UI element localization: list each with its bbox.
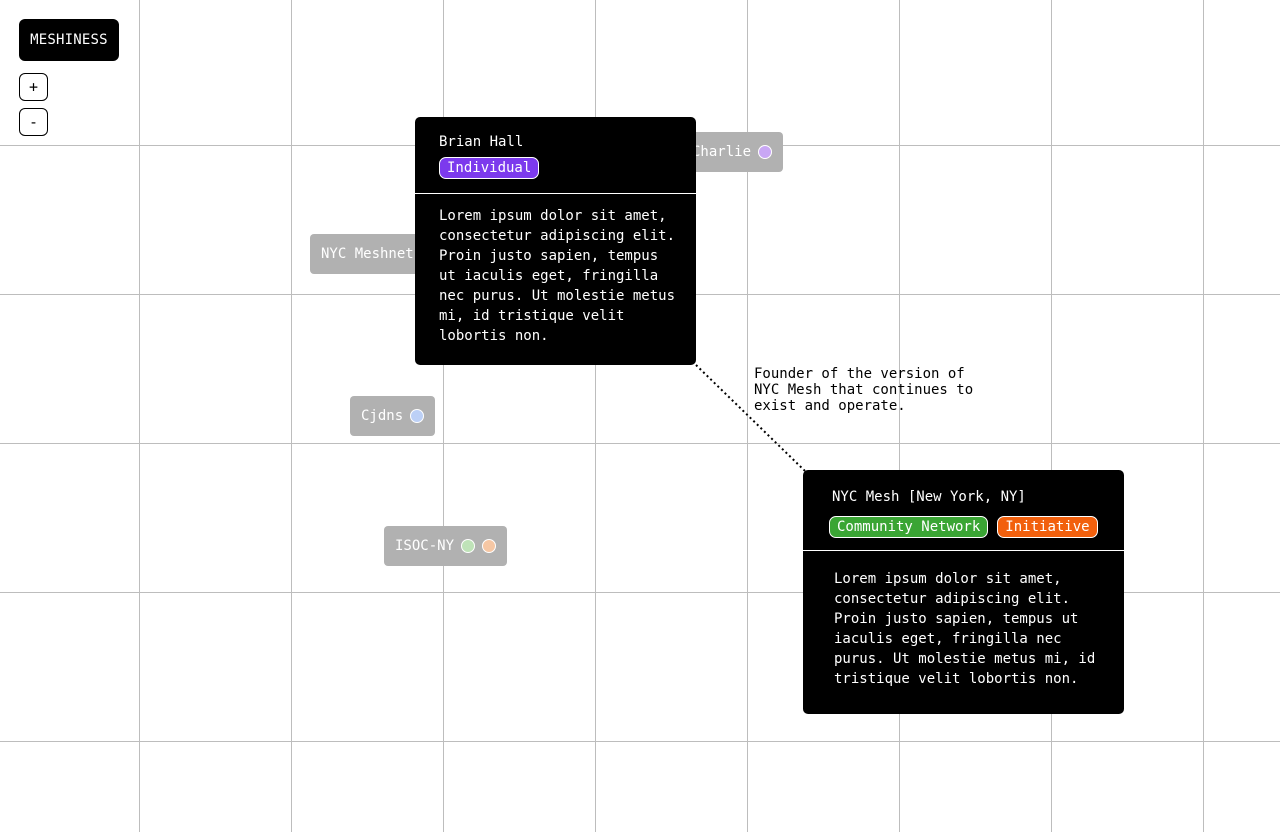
node-label: ISOC-NY	[395, 538, 455, 554]
zoom-out-button[interactable]: -	[19, 108, 48, 136]
app-logo[interactable]: MESHINESS	[19, 19, 119, 61]
node-label: Cjdns	[361, 408, 404, 424]
card-header: Brian Hall Individual	[415, 117, 696, 194]
organization-detail-card[interactable]: NYC Mesh [New York, NY] Community Networ…	[803, 470, 1124, 714]
tag-community-network[interactable]: Community Network	[829, 516, 989, 538]
category-dot-icon	[410, 409, 425, 423]
person-detail-card[interactable]: Brian Hall Individual Lorem ipsum dolor …	[415, 117, 696, 365]
card-header: NYC Mesh [New York, NY] Community Networ…	[803, 470, 1124, 551]
category-dot-icon	[758, 145, 773, 159]
category-dot-icon	[461, 539, 476, 553]
node-label: NYC Meshnet	[321, 246, 414, 262]
node-cjdns[interactable]: Cjdns	[350, 396, 436, 436]
category-dot-icon	[482, 539, 497, 553]
card-description: Lorem ipsum dolor sit amet, consectetur …	[834, 571, 1096, 687]
card-title: Brian Hall	[439, 134, 524, 150]
card-title: NYC Mesh [New York, NY]	[832, 489, 1026, 505]
card-description: Lorem ipsum dolor sit amet, consectetur …	[439, 208, 676, 344]
graph-canvas[interactable]: MESHINESS + - NYC Meshnet Charlie Cjdns …	[0, 0, 1280, 832]
zoom-in-button[interactable]: +	[19, 73, 48, 101]
relation-annotation: Founder of the version of NYC Mesh that …	[754, 366, 974, 414]
tag-initiative[interactable]: Initiative	[997, 516, 1098, 538]
tag-list: Individual	[439, 157, 672, 179]
node-nyc-meshnet[interactable]: NYC Meshnet	[310, 234, 425, 274]
node-label: Charlie	[692, 144, 752, 160]
tag-list: Community Network Initiative	[829, 516, 1100, 538]
node-isoc-ny[interactable]: ISOC-NY	[384, 526, 508, 566]
tag-individual[interactable]: Individual	[439, 157, 540, 179]
